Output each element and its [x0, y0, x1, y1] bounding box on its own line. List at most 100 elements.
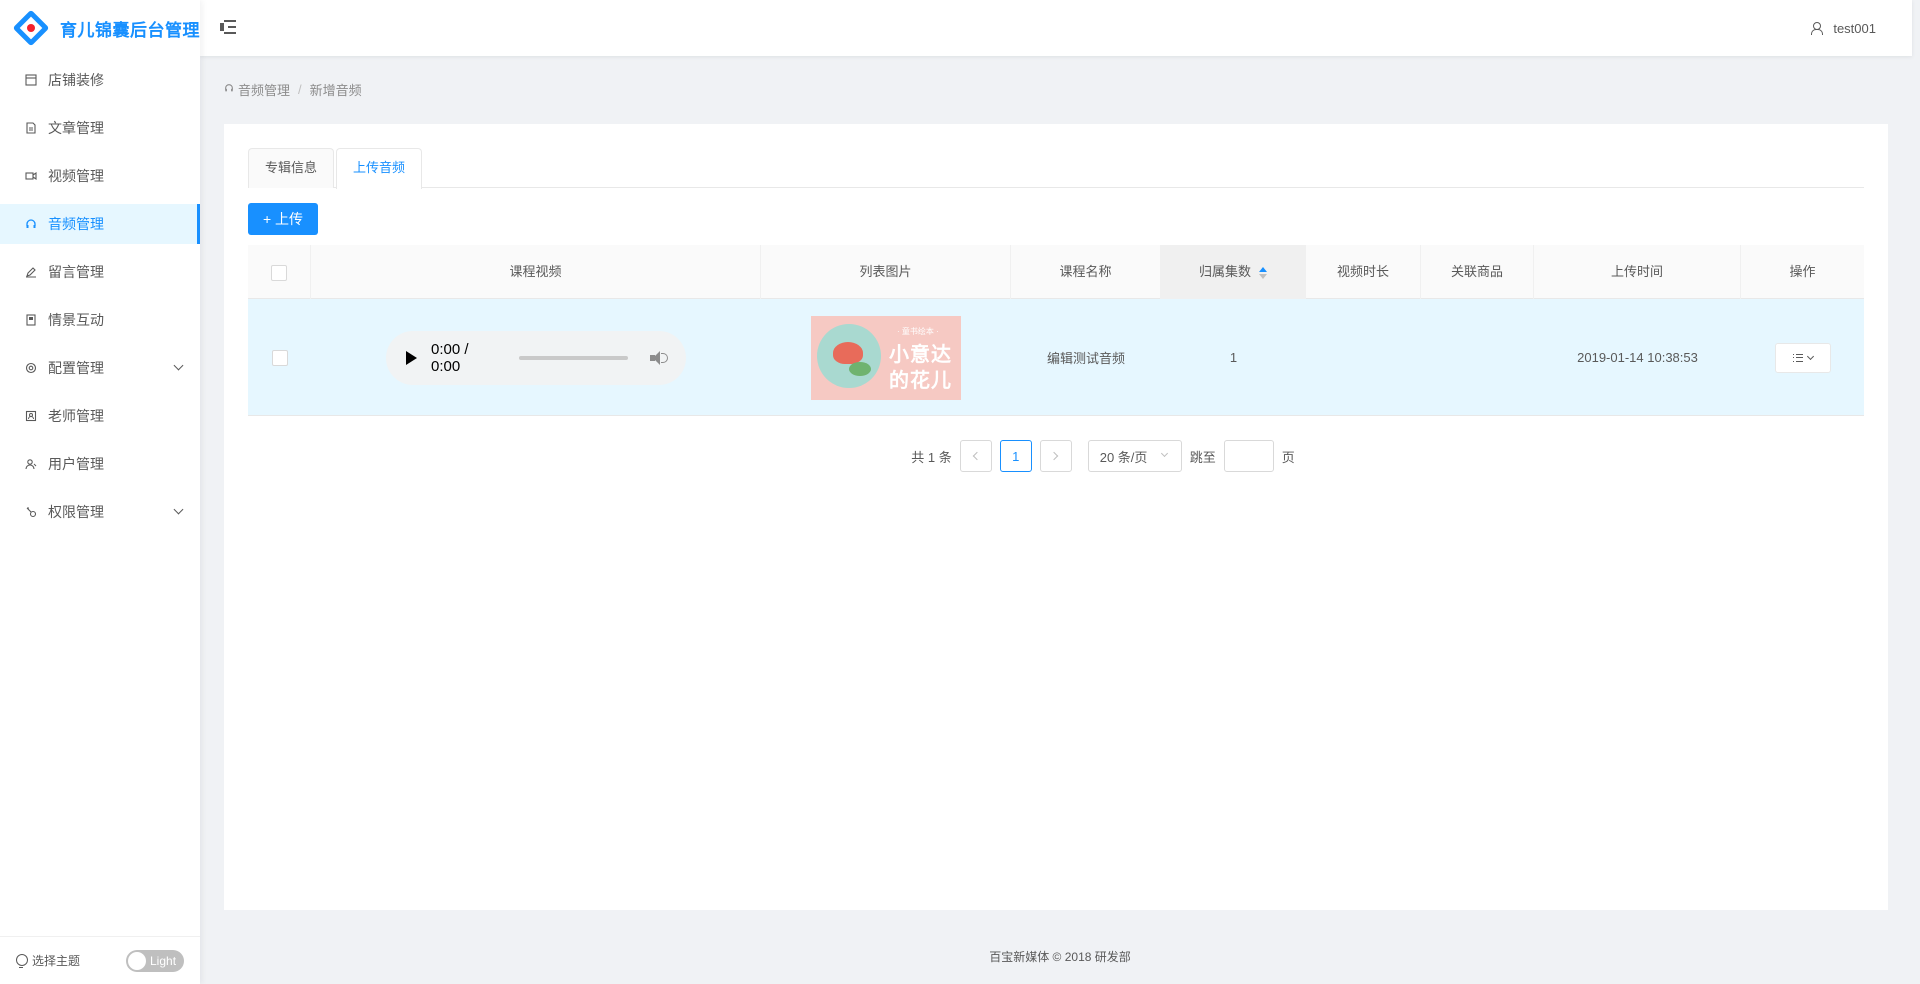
breadcrumb-item-current: 新增音频: [309, 83, 362, 98]
duration-cell: [1306, 299, 1421, 416]
sidebar-item-interaction[interactable]: 情景互动: [0, 300, 200, 340]
contacts-icon: [24, 409, 38, 423]
column-header-label: 归属集数: [1198, 264, 1251, 279]
sidebar-item-label: 店铺装修: [48, 72, 104, 88]
breadcrumb-separator: /: [298, 82, 302, 97]
sidebar-item-label: 情景互动: [48, 312, 104, 328]
actions-dropdown-button[interactable]: [1774, 342, 1831, 373]
column-header-course-name: 课程名称: [1011, 245, 1161, 299]
cover-title-line1: 小意达: [889, 343, 952, 366]
column-header-actions: 操作: [1789, 264, 1816, 279]
sort-icon: [1259, 266, 1267, 279]
sidebar-item-audio[interactable]: 音频管理: [0, 204, 200, 244]
audio-cell: 0:00 / 0:00: [311, 299, 761, 416]
table-header: 课程视频 列表图片 课程名称 归属集数 视频时长 关联商品 上传时间 操作: [248, 245, 1864, 299]
breadcrumb-item-audio[interactable]: 音频管理: [238, 80, 290, 99]
tab-bar: 专辑信息 上传音频: [248, 148, 1864, 189]
sidebar-item-label: 老师管理: [48, 408, 104, 424]
prev-page-button[interactable]: [959, 440, 992, 472]
sidebar-item-articles[interactable]: 文章管理: [0, 108, 200, 148]
audio-time: 0:00 / 0:00: [431, 340, 469, 375]
sidebar-item-videos[interactable]: 视频管理: [0, 156, 200, 196]
product-cell: [1421, 299, 1534, 416]
next-page-button[interactable]: [1039, 440, 1072, 472]
column-header-upload-time: 上传时间: [1534, 245, 1741, 299]
cover-image: · 童书绘本 · 小意达 的花儿: [811, 315, 961, 400]
menu-fold-icon[interactable]: [220, 20, 236, 34]
chevron-down-icon: [173, 504, 184, 515]
sidebar-item-label: 音频管理: [48, 216, 104, 232]
theme-label: 选择主题: [32, 954, 81, 968]
audio-icon: [24, 217, 38, 231]
bulb-icon: [16, 953, 28, 968]
table-row: 0:00 / 0:00 · 童书绘本 · 小意达 的花儿 编辑测试音频 1 20…: [248, 299, 1864, 416]
tab-album-info[interactable]: 专辑信息: [248, 148, 335, 188]
user-icon: [24, 457, 38, 471]
audio-progress-bar[interactable]: [519, 355, 629, 360]
chevron-left-icon: [972, 451, 982, 461]
row-select-cell: [248, 299, 311, 416]
chevron-down-icon: [173, 360, 184, 371]
page-jump-input[interactable]: [1223, 440, 1274, 472]
pagination-total: 共 1 条: [911, 449, 952, 465]
key-icon: [24, 505, 38, 519]
volume-icon[interactable]: [650, 350, 669, 366]
column-header-episode[interactable]: 归属集数: [1161, 245, 1306, 299]
username: test001: [1833, 20, 1876, 36]
list-icon: [1792, 353, 1803, 362]
select-all-checkbox[interactable]: [271, 264, 287, 281]
column-header-course-audio: 课程视频: [311, 245, 761, 299]
user-icon: [1811, 22, 1824, 35]
sidebar-item-users[interactable]: 用户管理: [0, 444, 200, 484]
user-menu[interactable]: test001: [1811, 0, 1876, 56]
sidebar: 育儿锦囊后台管理 店铺装修 文章管理 视频管理 音频管理 留言管理 情景互动 配…: [0, 0, 200, 984]
sidebar-item-config[interactable]: 配置管理: [0, 348, 200, 388]
page-size-value: 20 条/页: [1099, 449, 1148, 465]
tab-upload-audio[interactable]: 上传音频: [336, 148, 423, 189]
breadcrumb: 音频管理 / 新增音频: [224, 80, 362, 99]
logo[interactable]: 育儿锦囊后台管理: [0, 0, 200, 56]
cover-title-line2: 的花儿: [889, 369, 952, 392]
sidebar-item-label: 用户管理: [48, 456, 104, 472]
chevron-right-icon: [1049, 451, 1059, 461]
chevron-down-icon: [1806, 352, 1814, 360]
edit-icon: [24, 265, 38, 279]
sidebar-item-messages[interactable]: 留言管理: [0, 252, 200, 292]
chevron-down-icon: [1160, 449, 1168, 458]
page-unit-label: 页: [1281, 449, 1295, 465]
sidebar-item-label: 视频管理: [48, 168, 104, 184]
app-title: 育儿锦囊后台管理: [60, 20, 200, 40]
upload-time-cell: 2019-01-14 10:38:53: [1577, 350, 1698, 365]
cover-cell: · 童书绘本 · 小意达 的花儿: [761, 299, 1011, 416]
audio-player[interactable]: 0:00 / 0:00: [386, 330, 686, 385]
select-all-cell: [248, 245, 311, 299]
top-header: test001: [200, 0, 1912, 56]
sidebar-item-shop-decoration[interactable]: 店铺装修: [0, 60, 200, 100]
setting-icon: [24, 361, 38, 375]
audio-icon: [224, 83, 234, 96]
shop-icon: [24, 73, 38, 87]
episode-cell: 1: [1229, 350, 1238, 365]
sidebar-menu: 店铺装修 文章管理 视频管理 音频管理 留言管理 情景互动 配置管理 老师管理 …: [0, 60, 200, 532]
footer: 百宝新媒体 © 2018 研发部: [989, 950, 1131, 964]
pagination: 共 1 条 1 20 条/页 跳至 页: [224, 440, 1888, 472]
play-icon[interactable]: [406, 350, 417, 365]
sidebar-item-teachers[interactable]: 老师管理: [0, 396, 200, 436]
video-icon: [24, 169, 38, 183]
upload-button[interactable]: + 上传: [248, 203, 318, 235]
file-icon: [24, 121, 38, 135]
sidebar-item-permissions[interactable]: 权限管理: [0, 492, 200, 532]
sidebar-item-label: 权限管理: [48, 504, 104, 520]
logo-icon: [12, 9, 50, 47]
cover-tag: · 童书绘本 ·: [897, 326, 939, 336]
course-name-cell: 编辑测试音频: [1046, 351, 1125, 366]
column-header-product: 关联商品: [1421, 245, 1534, 299]
sidebar-item-label: 留言管理: [48, 264, 104, 280]
column-header-duration: 视频时长: [1306, 245, 1421, 299]
row-checkbox[interactable]: [271, 349, 288, 366]
jump-label: 跳至: [1189, 449, 1216, 465]
page-button-1[interactable]: 1: [999, 440, 1032, 472]
theme-toggle[interactable]: Light: [126, 950, 184, 972]
audio-table: 课程视频 列表图片 课程名称 归属集数 视频时长 关联商品 上传时间 操作 0:…: [248, 245, 1864, 416]
page-size-select[interactable]: 20 条/页: [1087, 440, 1182, 472]
